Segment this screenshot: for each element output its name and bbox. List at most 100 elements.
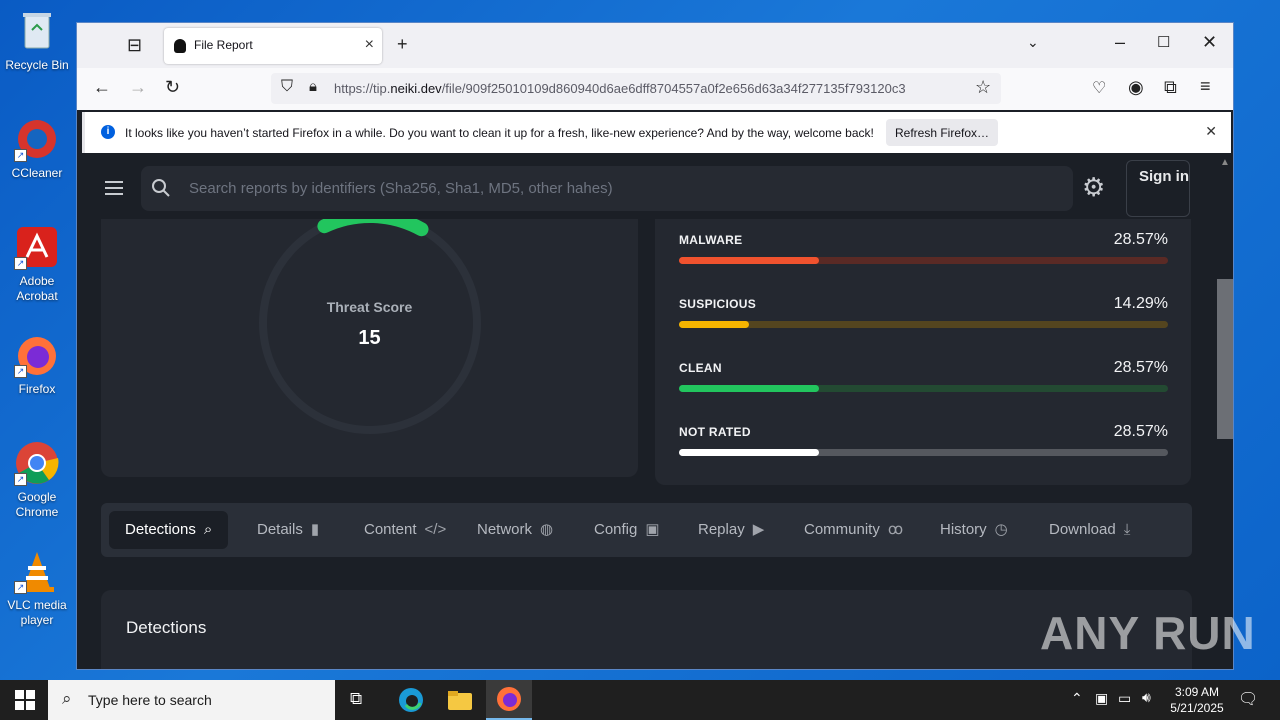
threat-score-card: Threat Score 15 (101, 217, 638, 477)
verdict-label: MALWARE (679, 233, 743, 247)
bookmark-star-icon[interactable]: ☆ (975, 77, 991, 98)
desktop-icon-vlc[interactable]: ↗ VLC media player (2, 548, 72, 628)
tab-label: Content (364, 521, 417, 538)
desktop-icon-recycle-bin[interactable]: Recycle Bin (2, 8, 72, 73)
desktop-icon-firefox[interactable]: ↗ Firefox (2, 332, 72, 397)
tab-history[interactable]: History ◷ (940, 511, 1008, 549)
close-notification-icon[interactable]: ✕ (1205, 123, 1217, 140)
tab-details[interactable]: Details ▮ (257, 511, 319, 549)
verdict-percent: 14.29% (1113, 295, 1168, 312)
system-clock[interactable]: 3:09 AM 5/21/2025 (1162, 684, 1232, 716)
page-content: Threat Score 15 MALWARE 28.57% SUSPICIOU… (77, 157, 1217, 669)
anyrun-watermark: ANY RUN (1040, 607, 1256, 659)
address-bar[interactable]: ⛉ 🔒︎ https://tip.neiki.dev/file/909f2501… (271, 73, 1001, 104)
tab-file-report[interactable]: File Report × (164, 28, 382, 64)
lock-icon[interactable]: 🔒︎ (309, 78, 317, 95)
navigation-bar: ← → ↻ ⛉ 🔒︎ https://tip.neiki.dev/file/90… (77, 68, 1233, 110)
settings-gear-icon[interactable]: ⚙ (1082, 174, 1105, 200)
verdict-track (679, 321, 1168, 328)
verdict-percent: 28.57% (1113, 423, 1168, 440)
desktop-icon-label: VLC media player (7, 598, 67, 627)
search-placeholder: Search reports by identifiers (Sha256, S… (189, 180, 613, 197)
desktop-icon-label: Recycle Bin (5, 58, 69, 72)
tab-download[interactable]: Download ⤓ (1049, 511, 1130, 549)
search-icon: ⌕ (62, 689, 72, 708)
threat-score-value: 15 (358, 327, 381, 349)
pocket-icon[interactable]: ♡ (1092, 78, 1106, 98)
tab-community[interactable]: Community ꝏ (804, 511, 903, 549)
taskbar-search-placeholder: Type here to search (88, 692, 212, 708)
acrobat-icon: ↗ (14, 224, 60, 270)
desktop-icon-adobe-acrobat[interactable]: ↗ Adobe Acrobat (2, 224, 72, 304)
tab-strip: ⊟ File Report × + ⌄ – ☐ ✕ (77, 23, 1233, 68)
network-icon[interactable]: ▭ (1118, 690, 1131, 707)
document-icon: ▮ (310, 521, 320, 538)
tab-detections[interactable]: Detections ⌕ (109, 511, 229, 549)
tab-replay[interactable]: Replay ▶ (698, 511, 764, 549)
tab-network[interactable]: Network ◍ (477, 511, 553, 549)
show-hidden-icons-icon[interactable]: ⌃ (1071, 690, 1083, 707)
url-text: https://tip.neiki.dev/file/909f25010109d… (334, 81, 906, 96)
report-search-input[interactable]: Search reports by identifiers (Sha256, S… (141, 166, 1073, 211)
menu-icon[interactable]: ≡ (1200, 76, 1211, 97)
volume-icon[interactable]: 🔊︎ (1142, 689, 1151, 706)
notifications-icon[interactable]: 🗨︎ (1238, 689, 1258, 709)
site-header: Search reports by identifiers (Sha256, S… (77, 157, 1217, 219)
close-window-icon[interactable]: ✕ (1202, 32, 1217, 53)
notification-bar: i It looks like you haven’t started Fire… (82, 112, 1231, 153)
tab-title: File Report (194, 38, 253, 52)
globe-icon: ◍ (540, 521, 554, 538)
list-tabs-icon[interactable]: ⌄ (1027, 34, 1039, 51)
users-icon: ꝏ (887, 521, 904, 538)
minimize-icon[interactable]: – (1115, 32, 1125, 53)
reload-icon[interactable]: ↻ (165, 77, 180, 98)
tab-content[interactable]: Content </> (364, 511, 446, 549)
notification-message: It looks like you haven’t started Firefo… (125, 126, 874, 140)
firefox-window: ⊟ File Report × + ⌄ – ☐ ✕ ← → ↻ ⛉ 🔒︎ htt… (77, 23, 1233, 669)
verdict-percent: 28.57% (1113, 359, 1168, 376)
report-tabs: Detections ⌕ Details ▮ Content </> Network ◍… (101, 503, 1192, 557)
new-tab-icon[interactable]: + (397, 34, 408, 55)
sign-in-button[interactable]: Sign in (1126, 160, 1190, 217)
forward-icon[interactable]: → (129, 77, 147, 98)
shortcut-arrow-icon: ↗ (14, 473, 27, 486)
task-view-icon[interactable]: ⧉ (350, 689, 362, 709)
desktop-icon-label: CCleaner (11, 166, 63, 180)
search-icon (152, 179, 170, 197)
verdict-fill (679, 449, 819, 456)
back-icon[interactable]: ← (93, 77, 111, 98)
download-icon: ⤓ (1123, 521, 1131, 538)
desktop-icon-label: Firefox (18, 382, 56, 396)
vlc-icon: ↗ (14, 548, 60, 594)
hamburger-menu-icon[interactable] (105, 181, 123, 199)
desktop-icon-google-chrome[interactable]: ↗ Google Chrome (2, 440, 72, 520)
firefox-icon (497, 687, 521, 711)
scroll-up-icon[interactable]: ▲ (1220, 157, 1230, 168)
tab-label: Download (1049, 521, 1116, 538)
search-icon: ⌕ (203, 521, 213, 538)
shield-icon[interactable]: ⛉ (281, 78, 293, 96)
refresh-firefox-button[interactable]: Refresh Firefox… (886, 119, 998, 146)
verdict-label: SUSPICIOUS (679, 297, 757, 311)
tab-label: Network (477, 521, 533, 538)
desktop-icon-ccleaner[interactable]: ↗ CCleaner (2, 116, 72, 181)
maximize-icon[interactable]: ☐ (1157, 33, 1170, 51)
taskbar-search-box[interactable]: ⌕ Type here to search (48, 680, 335, 720)
edge-icon[interactable] (398, 687, 424, 713)
verdict-breakdown-card: MALWARE 28.57% SUSPICIOUS 14.29% CLEAN 2… (655, 217, 1191, 485)
extensions-icon[interactable]: ⧉ (1164, 77, 1177, 98)
account-icon[interactable]: ◉ (1128, 77, 1144, 98)
taskbar-firefox-button[interactable] (486, 680, 532, 720)
firefox-icon: ↗ (14, 332, 60, 378)
firefox-view-icon[interactable]: ⊟ (127, 35, 142, 56)
device-icon[interactable]: ▣ (1095, 690, 1108, 707)
close-tab-icon[interactable]: × (365, 36, 374, 54)
file-explorer-icon[interactable] (447, 689, 473, 711)
page-scrollbar-thumb[interactable] (1217, 279, 1233, 439)
tab-config[interactable]: Config ▣ (594, 511, 660, 549)
ccleaner-icon: ↗ (14, 116, 60, 162)
desktop-icon-label: Adobe Acrobat (16, 274, 58, 303)
clock-icon: ◷ (994, 521, 1008, 538)
info-icon: i (101, 125, 115, 139)
windows-start-icon[interactable] (15, 690, 35, 710)
